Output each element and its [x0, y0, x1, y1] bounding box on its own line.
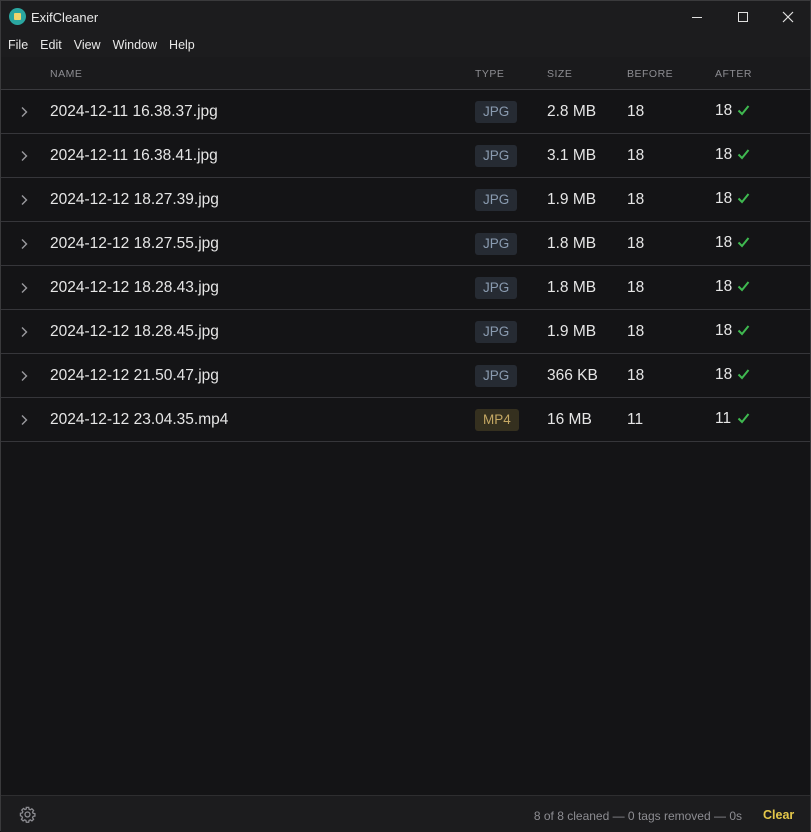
file-name: 2024-12-12 23.04.35.mp4	[50, 411, 229, 428]
app-window: ExifCleaner File Edit View Window Help N…	[0, 0, 811, 832]
file-name: 2024-12-11 16.38.37.jpg	[50, 103, 218, 120]
tags-after-count: 11	[715, 410, 732, 427]
file-name: 2024-12-12 18.28.43.jpg	[50, 279, 219, 296]
file-size: 1.8 MB	[547, 235, 597, 252]
chevron-right-icon[interactable]	[19, 106, 29, 118]
menu-file[interactable]: File	[8, 38, 28, 52]
menu-help[interactable]: Help	[169, 38, 195, 52]
tags-after-count: 18	[715, 102, 733, 119]
file-name: 2024-12-12 21.50.47.jpg	[50, 367, 219, 384]
file-row[interactable]: 2024-12-12 18.28.43.jpg JPG 1.8 MB 18 18	[1, 266, 810, 310]
file-size: 1.9 MB	[547, 191, 597, 208]
file-size: 3.1 MB	[547, 147, 597, 164]
tags-after-count: 18	[715, 190, 733, 207]
chevron-right-icon[interactable]	[19, 282, 29, 294]
file-type-badge: MP4	[475, 409, 519, 431]
file-type-badge: JPG	[475, 189, 518, 211]
chevron-right-icon[interactable]	[19, 238, 29, 250]
file-row[interactable]: 2024-12-12 21.50.47.jpg JPG 366 KB 18 18	[1, 354, 810, 398]
chevron-right-icon[interactable]	[19, 370, 29, 382]
file-size: 366 KB	[547, 367, 598, 384]
window-title: ExifCleaner	[31, 10, 99, 25]
file-type-badge: JPG	[475, 145, 518, 167]
file-name: 2024-12-12 18.27.39.jpg	[50, 191, 219, 208]
file-type-badge: JPG	[475, 365, 518, 387]
file-name: 2024-12-11 16.38.41.jpg	[50, 147, 218, 164]
minimize-button[interactable]	[674, 1, 720, 33]
tags-before-count: 18	[627, 147, 645, 164]
file-row[interactable]: 2024-12-11 16.38.37.jpg JPG 2.8 MB 18 18	[1, 90, 810, 134]
file-row[interactable]: 2024-12-12 18.27.55.jpg JPG 1.8 MB 18 18	[1, 222, 810, 266]
file-list: 2024-12-11 16.38.37.jpg JPG 2.8 MB 18 18 2024…	[1, 90, 810, 442]
tags-before-count: 11	[627, 411, 644, 428]
file-type-badge: JPG	[475, 321, 518, 343]
maximize-icon	[738, 12, 748, 22]
check-icon	[737, 105, 750, 116]
file-name: 2024-12-12 18.27.55.jpg	[50, 235, 219, 252]
check-icon	[737, 237, 750, 248]
tags-before-count: 18	[627, 367, 645, 384]
tags-before-count: 18	[627, 279, 645, 296]
file-row[interactable]: 2024-12-12 23.04.35.mp4 MP4 16 MB 11 11	[1, 398, 810, 442]
column-header-type: TYPE	[475, 68, 505, 80]
file-size: 1.9 MB	[547, 323, 597, 340]
column-header-before: BEFORE	[627, 68, 674, 80]
file-row[interactable]: 2024-12-11 16.38.41.jpg JPG 3.1 MB 18 18	[1, 134, 810, 178]
tags-after-count: 18	[715, 366, 733, 383]
chevron-right-icon[interactable]	[19, 150, 29, 162]
menu-edit[interactable]: Edit	[40, 38, 62, 52]
file-size: 2.8 MB	[547, 103, 597, 120]
close-button[interactable]	[765, 1, 811, 33]
chevron-right-icon[interactable]	[19, 194, 29, 206]
menu-window[interactable]: Window	[113, 38, 157, 52]
exifcleaner-app-icon	[9, 8, 26, 25]
column-header-size: SIZE	[547, 68, 573, 80]
tags-after-count: 18	[715, 322, 733, 339]
file-type-badge: JPG	[475, 101, 518, 123]
title-bar: ExifCleaner	[1, 1, 810, 33]
check-icon	[737, 325, 750, 336]
check-icon	[737, 281, 750, 292]
column-header-name: NAME	[50, 68, 83, 80]
column-header-after: AFTER	[715, 68, 752, 80]
status-bar: 8 of 8 cleaned — 0 tags removed — 0s Cle…	[1, 795, 810, 832]
check-icon	[737, 149, 750, 160]
table-header: NAME TYPE SIZE BEFORE AFTER	[1, 57, 810, 90]
minimize-icon	[692, 16, 702, 18]
check-icon	[737, 413, 750, 424]
menu-view[interactable]: View	[74, 38, 101, 52]
tags-after-count: 18	[715, 278, 733, 295]
tags-before-count: 18	[627, 103, 645, 120]
tags-after-count: 18	[715, 146, 733, 163]
tags-before-count: 18	[627, 323, 645, 340]
file-name: 2024-12-12 18.28.45.jpg	[50, 323, 219, 340]
maximize-button[interactable]	[720, 1, 766, 33]
file-size: 1.8 MB	[547, 279, 597, 296]
chevron-right-icon[interactable]	[19, 326, 29, 338]
tags-before-count: 18	[627, 191, 645, 208]
file-type-badge: JPG	[475, 233, 518, 255]
file-row[interactable]: 2024-12-12 18.27.39.jpg JPG 1.9 MB 18 18	[1, 178, 810, 222]
file-type-badge: JPG	[475, 277, 518, 299]
file-row[interactable]: 2024-12-12 18.28.45.jpg JPG 1.9 MB 18 18	[1, 310, 810, 354]
close-icon	[782, 11, 794, 23]
status-text: 8 of 8 cleaned — 0 tags removed — 0s	[533, 809, 742, 823]
tags-before-count: 18	[627, 235, 645, 252]
tags-after-count: 18	[715, 234, 733, 251]
chevron-right-icon[interactable]	[19, 414, 29, 426]
check-icon	[737, 193, 750, 204]
settings-gear-icon[interactable]	[19, 806, 36, 823]
clear-button[interactable]: Clear	[763, 808, 794, 822]
check-icon	[737, 369, 750, 380]
file-size: 16 MB	[547, 411, 592, 428]
menu-bar: File Edit View Window Help	[1, 33, 810, 57]
